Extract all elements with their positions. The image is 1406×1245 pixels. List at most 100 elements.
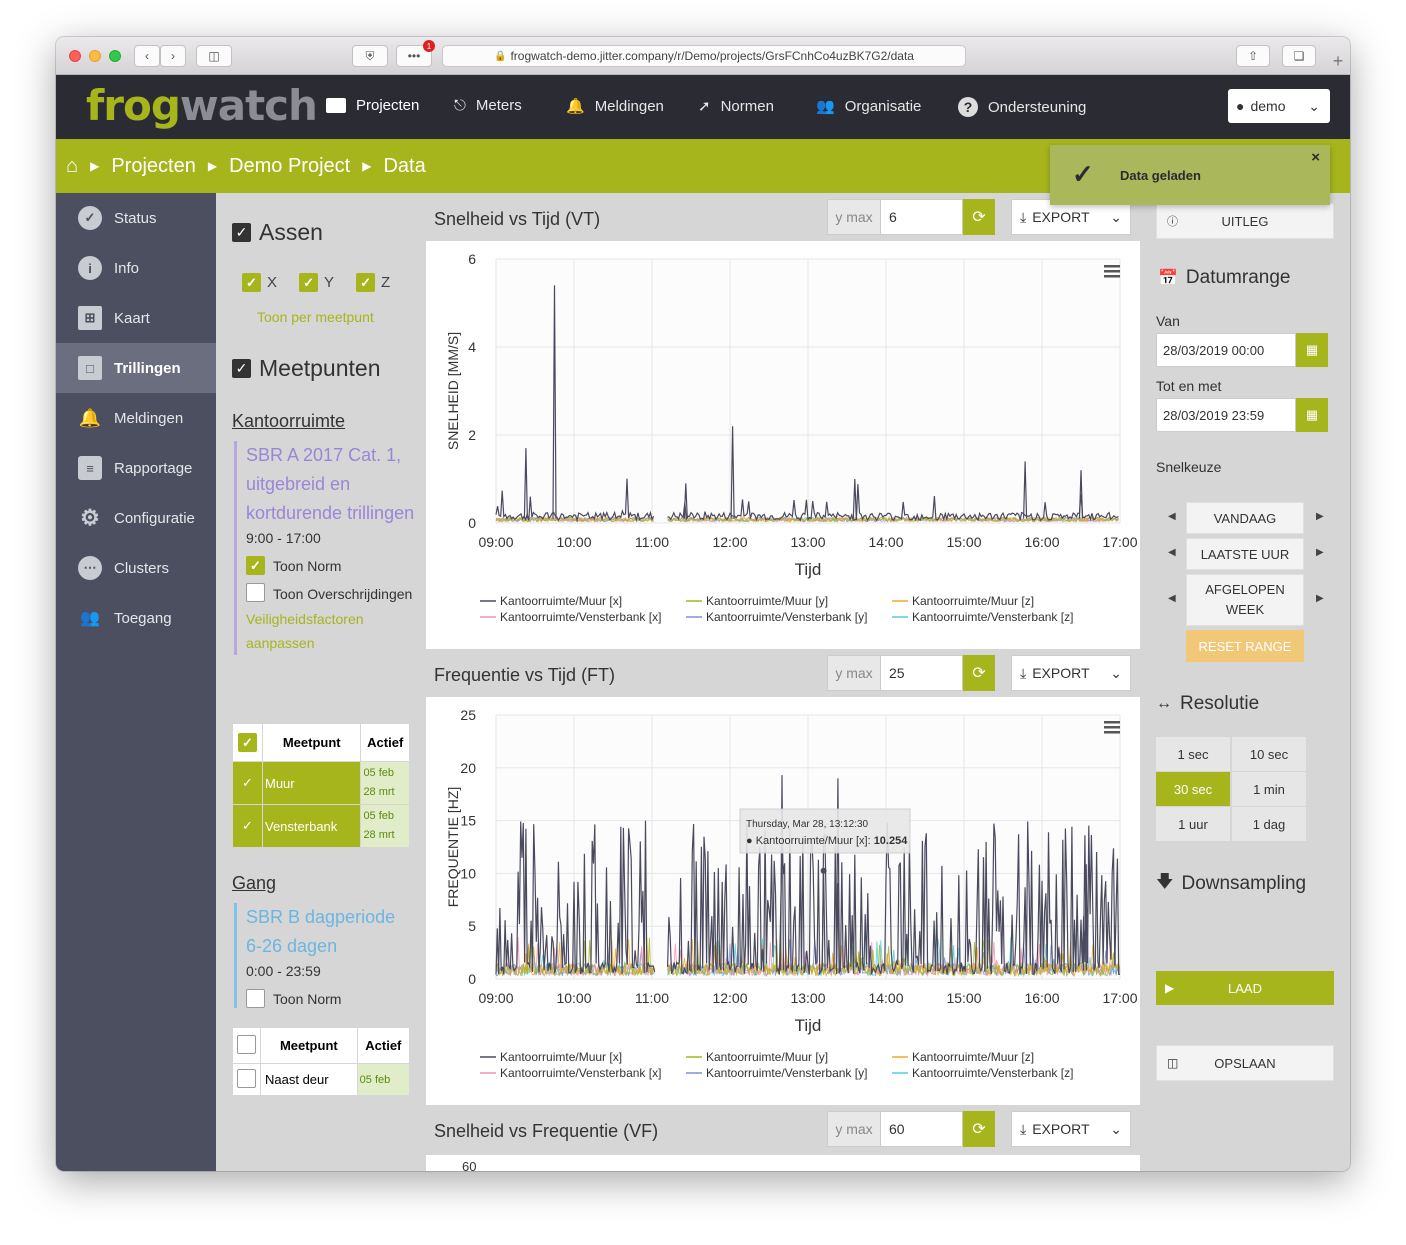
per-point-link[interactable]: Toon per meetpunt <box>257 309 374 325</box>
axis-x-option[interactable]: ✓ X <box>242 273 277 292</box>
res-1sec[interactable]: 1 sec <box>1156 737 1230 771</box>
x-tick-label: 16:00 <box>1024 534 1059 550</box>
close-icon[interactable]: × <box>1311 149 1320 166</box>
breadcrumb-project[interactable]: Demo Project <box>229 155 350 178</box>
sidebar-item-configuratie[interactable]: ⚙ Configuratie <box>56 493 216 543</box>
minimize-window-icon[interactable] <box>89 50 101 62</box>
load-button[interactable]: ▶ LAAD <box>1156 971 1334 1005</box>
quick-last-week-button[interactable]: AFGELOPEN WEEK <box>1186 574 1304 626</box>
explain-button[interactable]: ⓘ UITLEG <box>1156 203 1334 239</box>
from-date-input[interactable]: 28/03/2019 00:00 ▦ <box>1156 333 1328 367</box>
select-all-checkbox[interactable]: ✓ <box>238 733 257 752</box>
quick-today-button[interactable]: VANDAAG <box>1186 502 1304 534</box>
axis-y-option[interactable]: ✓ Y <box>299 273 334 292</box>
to-date-input[interactable]: 28/03/2019 23:59 ▦ <box>1156 398 1328 432</box>
quick-last-hour-button[interactable]: LAATSTE UUR <box>1186 538 1304 570</box>
vf-export-button[interactable]: ⤓ EXPORT ⌄ <box>1011 1111 1131 1147</box>
reset-range-button[interactable]: RESET RANGE <box>1186 630 1304 662</box>
res-1dag[interactable]: 1 dag <box>1232 807 1306 841</box>
quick-prev-hour-icon[interactable]: ◀ <box>1168 547 1176 558</box>
show-norm-checkbox[interactable] <box>246 989 265 1008</box>
table-row[interactable]: Naast deur 05 feb <box>232 1063 411 1096</box>
group1-norm[interactable]: SBR A 2017 Cat. 1, uitgebreid en kortdur… <box>246 441 424 528</box>
select-all-cell[interactable]: ✓ <box>232 723 263 762</box>
sidebar-item-info[interactable]: i Info <box>56 243 216 293</box>
home-icon[interactable]: ⌂ <box>66 155 78 178</box>
breadcrumb-projecten[interactable]: Projecten <box>111 155 196 178</box>
group-kantoorruimte-link[interactable]: Kantoorruimte <box>232 411 345 432</box>
res-1uur[interactable]: 1 uur <box>1156 807 1230 841</box>
group1-show-exceed[interactable]: Toon Overschrijdingen <box>246 581 424 607</box>
sidebar-item-trillingen[interactable]: □ Trillingen <box>56 343 216 393</box>
points-toggle-checkbox[interactable]: ✓ <box>232 359 251 378</box>
share-icon[interactable]: ⇧ <box>1236 45 1270 67</box>
quick-next-week-icon[interactable]: ▶ <box>1316 593 1324 604</box>
group2-show-norm[interactable]: Toon Norm <box>246 989 424 1008</box>
nav-normen[interactable]: ➚ Normen <box>698 97 774 116</box>
maximize-window-icon[interactable] <box>109 50 121 62</box>
res-30sec[interactable]: 30 sec <box>1156 772 1230 806</box>
vf-first-tick: 60 <box>462 1159 477 1171</box>
table-row[interactable]: ✓ Muur 05 feb 28 mrt <box>232 761 410 805</box>
row-checkbox[interactable] <box>237 1068 256 1088</box>
checkbox-z[interactable]: ✓ <box>356 273 376 292</box>
refresh-icon[interactable]: ⟳ <box>963 199 995 235</box>
nav-meters[interactable]: ⎋ Meters <box>454 97 522 114</box>
x-tick-label: 10:00 <box>556 990 591 1006</box>
refresh-icon[interactable]: ⟳ <box>963 1111 995 1147</box>
frogwatch-logo[interactable]: frogwatch <box>86 81 318 130</box>
close-window-icon[interactable] <box>69 50 81 62</box>
group-gang-link[interactable]: Gang <box>232 873 276 894</box>
nav-meldingen[interactable]: 🔔 Meldingen <box>566 97 664 116</box>
y-axis-label: FREQUENTIE [HZ] <box>445 787 461 908</box>
sidebar-item-meldingen[interactable]: 🔔 Meldingen <box>56 393 216 443</box>
address-bar[interactable]: 🔒 frogwatch-demo.jitter.company/r/Demo/pr… <box>442 45 966 67</box>
quick-next-today-icon[interactable]: ▶ <box>1316 511 1324 522</box>
sidebar-item-kaart[interactable]: ⊞ Kaart <box>56 293 216 343</box>
calendar-icon[interactable]: ▦ <box>1296 333 1328 367</box>
refresh-icon[interactable]: ⟳ <box>963 655 995 691</box>
res-10sec[interactable]: 10 sec <box>1232 737 1306 771</box>
res-1min[interactable]: 1 min <box>1232 772 1306 806</box>
back-icon[interactable]: ‹ <box>134 45 160 67</box>
checkbox-y[interactable]: ✓ <box>299 273 319 292</box>
row-check[interactable] <box>232 1063 261 1096</box>
select-all-checkbox[interactable] <box>237 1034 256 1054</box>
table-row[interactable]: ✓ Vensterbank 05 feb 28 mrt <box>232 804 410 848</box>
quick-prev-today-icon[interactable]: ◀ <box>1168 511 1176 522</box>
quick-prev-week-icon[interactable]: ◀ <box>1168 593 1176 604</box>
row-check[interactable]: ✓ <box>232 761 263 805</box>
forward-icon[interactable]: › <box>160 45 186 67</box>
sidebar-item-clusters[interactable]: ⋯ Clusters <box>56 543 216 593</box>
select-all-cell[interactable] <box>232 1027 261 1064</box>
new-tab-icon[interactable]: + <box>1326 51 1350 75</box>
sidebar-item-rapportage[interactable]: ≡ Rapportage <box>56 443 216 493</box>
calendar-icon[interactable]: ▦ <box>1296 398 1328 432</box>
user-menu[interactable]: ● demo ⌄ <box>1228 89 1330 123</box>
shield-extension-icon[interactable]: ⛨ <box>352 45 388 67</box>
checkbox-x[interactable]: ✓ <box>242 273 261 292</box>
sidebar-item-status[interactable]: ✓ Status <box>56 193 216 243</box>
group2-norm[interactable]: SBR B dagperiode 6-26 dagen <box>246 903 406 961</box>
group1-show-norm[interactable]: ✓ Toon Norm <box>246 556 424 575</box>
y-tick-label: 0 <box>468 971 476 987</box>
ft-export-button[interactable]: ⤓ EXPORT ⌄ <box>1011 655 1131 691</box>
save-button[interactable]: ◫ OPSLAAN <box>1156 1045 1334 1081</box>
row-check[interactable]: ✓ <box>232 804 263 848</box>
tooltip-date: Thursday, Mar 28, 13:12:30 <box>746 819 869 830</box>
vf-ymax-input[interactable]: 60 <box>881 1111 963 1147</box>
axes-toggle-checkbox[interactable]: ✓ <box>232 223 251 242</box>
show-norm-checkbox[interactable]: ✓ <box>246 556 265 575</box>
ft-ymax-input[interactable]: 25 <box>881 655 963 691</box>
axis-z-option[interactable]: ✓ Z <box>356 273 390 292</box>
sidebar-item-toegang[interactable]: 👥 Toegang <box>56 593 216 643</box>
sidebar-toggle-icon[interactable]: ◫ <box>196 45 232 67</box>
more-extension-icon[interactable]: ••• 1 <box>396 40 435 67</box>
vt-ymax-input[interactable]: 6 <box>881 199 963 235</box>
factors-link[interactable]: Veiligheidsfactoren aanpassen <box>246 607 386 655</box>
nav-ondersteuning[interactable]: ? Ondersteuning <box>958 97 1086 117</box>
nav-organisatie[interactable]: 👥 Organisatie <box>816 97 921 116</box>
nav-projecten[interactable]: Projecten <box>326 97 419 114</box>
quick-next-hour-icon[interactable]: ▶ <box>1316 547 1324 558</box>
tabs-icon[interactable]: ❏ <box>1282 45 1316 67</box>
